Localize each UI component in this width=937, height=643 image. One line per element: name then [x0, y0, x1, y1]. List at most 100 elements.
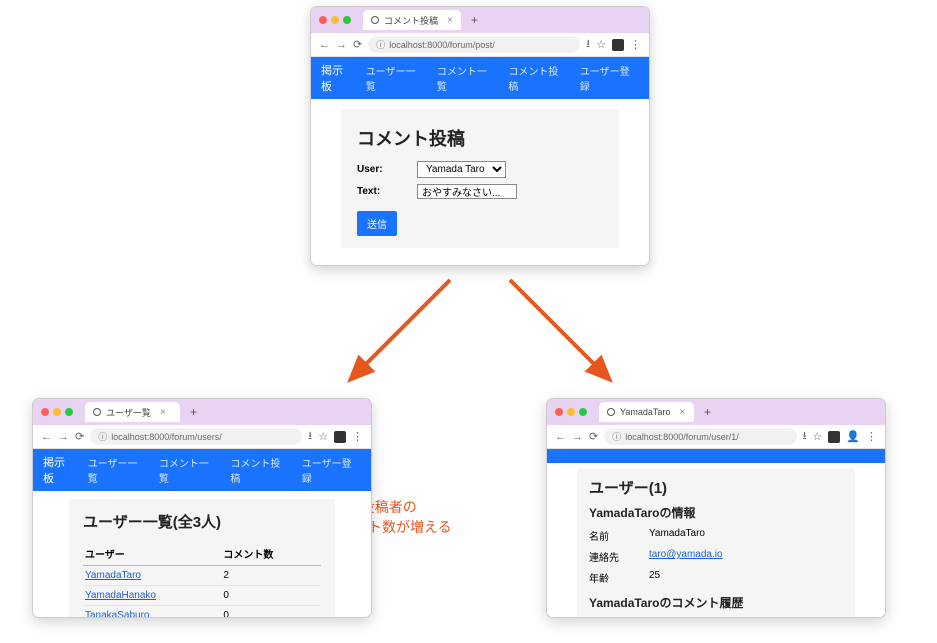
user-link[interactable]: YamadaHanako: [85, 590, 156, 601]
table-row: TanakaSaburo 0: [83, 606, 321, 618]
back-button[interactable]: ←: [319, 39, 330, 51]
forward-button[interactable]: →: [336, 39, 347, 51]
address-bar: ← → ⟳ ⓘ localhost:8000/forum/users/ ⭳ ☆ …: [33, 425, 371, 449]
nav-link-register[interactable]: ユーザー登録: [580, 63, 639, 93]
nav-link-users[interactable]: ユーザー一覧: [88, 455, 147, 485]
email-link[interactable]: taro@yamada.io: [649, 549, 723, 564]
menu-icon[interactable]: ⋮: [866, 430, 877, 443]
table-row: YamadaTaro 2: [83, 566, 321, 586]
submit-button[interactable]: 送信: [357, 211, 397, 236]
new-tab-button[interactable]: +: [704, 405, 711, 419]
app-navbar: [547, 449, 885, 463]
user-link[interactable]: TanakaSaburo: [85, 610, 150, 617]
info-icon: ⓘ: [98, 430, 107, 443]
users-table: ユーザー コメント数 YamadaTaro 2 YamadaHanako 0 T…: [83, 542, 321, 617]
menu-icon[interactable]: ⋮: [630, 38, 641, 51]
download-icon[interactable]: ⭳: [803, 427, 807, 446]
favicon-icon: [607, 408, 615, 416]
address-bar: ← → ⟳ ⓘ localhost:8000/forum/post/ ⭳ ☆ ⋮: [311, 33, 649, 57]
browser-tab[interactable]: コメント投稿 ×: [363, 10, 461, 30]
arrow-to-left: [330, 270, 470, 400]
nav-brand[interactable]: 掲示板: [321, 62, 354, 94]
window-controls[interactable]: [41, 408, 73, 416]
url-field[interactable]: ⓘ localhost:8000/forum/user/1/: [604, 428, 796, 445]
address-bar: ← → ⟳ ⓘ localhost:8000/forum/user/1/ ⭳ ☆…: [547, 425, 885, 449]
window-controls[interactable]: [555, 408, 587, 416]
url-field[interactable]: ⓘ localhost:8000/forum/post/: [368, 36, 580, 53]
page-title: コメント投稿: [357, 125, 603, 151]
star-icon[interactable]: ☆: [318, 430, 328, 443]
nav-brand[interactable]: 掲示板: [43, 454, 76, 486]
info-icon: ⓘ: [376, 38, 385, 51]
close-icon[interactable]: ×: [679, 407, 685, 418]
info-icon: ⓘ: [612, 430, 621, 443]
info-heading: YamadaTaroの情報: [589, 504, 843, 521]
browser-users: ユーザ一覧 × + ← → ⟳ ⓘ localhost:8000/forum/u…: [32, 398, 372, 618]
nav-link-comments[interactable]: コメント一覧: [437, 63, 496, 93]
text-label: Text:: [357, 186, 417, 197]
arrow-to-right: [490, 270, 630, 400]
new-tab-button[interactable]: +: [471, 13, 478, 27]
download-icon[interactable]: ⭳: [586, 35, 590, 54]
col-user: ユーザー: [83, 542, 221, 566]
info-key: 年齢: [589, 570, 649, 585]
window-controls[interactable]: [319, 16, 351, 24]
reload-button[interactable]: ⟳: [589, 430, 598, 443]
info-row: 年齢 25: [589, 567, 843, 588]
user-select[interactable]: Yamada Taro: [417, 161, 506, 178]
tab-bar: コメント投稿 × +: [311, 7, 649, 33]
user-link[interactable]: YamadaTaro: [85, 570, 141, 581]
text-input[interactable]: [417, 184, 517, 199]
back-button[interactable]: ←: [41, 431, 52, 443]
nav-link-post[interactable]: コメント投稿: [508, 63, 567, 93]
url-text: localhost:8000/forum/post/: [389, 40, 495, 50]
page-title: ユーザー一覧(全3人): [83, 511, 321, 532]
star-icon[interactable]: ☆: [812, 430, 822, 443]
info-value: YamadaTaro: [649, 528, 705, 543]
info-value: 25: [649, 570, 660, 585]
nav-link-post[interactable]: コメント投稿: [230, 455, 289, 485]
favicon-icon: [93, 408, 101, 416]
back-button[interactable]: ←: [555, 431, 566, 443]
tab-title: コメント投稿: [384, 14, 438, 27]
close-icon[interactable]: ×: [447, 15, 453, 26]
browser-tab[interactable]: ユーザ一覧 ×: [85, 402, 180, 422]
table-row: YamadaHanako 0: [83, 586, 321, 606]
user-label: User:: [357, 164, 417, 175]
tab-title: YamadaTaro: [620, 407, 670, 417]
profile-icon[interactable]: 👤: [846, 430, 860, 443]
extension-icon[interactable]: [828, 431, 840, 443]
forward-button[interactable]: →: [58, 431, 69, 443]
new-tab-button[interactable]: +: [190, 405, 197, 419]
tab-title: ユーザ一覧: [106, 406, 151, 419]
info-key: 名前: [589, 528, 649, 543]
browser-tab[interactable]: YamadaTaro ×: [599, 402, 694, 422]
close-icon[interactable]: ×: [160, 407, 166, 418]
nav-link-comments[interactable]: コメント一覧: [159, 455, 218, 485]
count-cell: 0: [221, 586, 321, 606]
app-navbar: 掲示板 ユーザー一覧 コメント一覧 コメント投稿 ユーザー登録: [33, 449, 371, 491]
extension-icon[interactable]: [612, 39, 624, 51]
nav-link-users[interactable]: ユーザー一覧: [366, 63, 425, 93]
url-text: localhost:8000/forum/user/1/: [625, 432, 739, 442]
nav-link-register[interactable]: ユーザー登録: [302, 455, 361, 485]
tab-bar: ユーザ一覧 × +: [33, 399, 371, 425]
info-key: 連絡先: [589, 549, 649, 564]
favicon-icon: [371, 16, 379, 24]
app-navbar: 掲示板 ユーザー一覧 コメント一覧 コメント投稿 ユーザー登録: [311, 57, 649, 99]
url-text: localhost:8000/forum/users/: [111, 432, 222, 442]
count-cell: 0: [221, 606, 321, 618]
count-cell: 2: [221, 566, 321, 586]
info-row: 名前 YamadaTaro: [589, 525, 843, 546]
star-icon[interactable]: ☆: [596, 38, 606, 51]
browser-user-detail: YamadaTaro × + ← → ⟳ ⓘ localhost:8000/fo…: [546, 398, 886, 618]
extension-icon[interactable]: [334, 431, 346, 443]
reload-button[interactable]: ⟳: [353, 38, 362, 51]
forward-button[interactable]: →: [572, 431, 583, 443]
menu-icon[interactable]: ⋮: [352, 430, 363, 443]
browser-post: コメント投稿 × + ← → ⟳ ⓘ localhost:8000/forum/…: [310, 6, 650, 266]
reload-button[interactable]: ⟳: [75, 430, 84, 443]
history-heading: YamadaTaroのコメント履歴: [589, 594, 843, 611]
download-icon[interactable]: ⭳: [308, 427, 312, 446]
url-field[interactable]: ⓘ localhost:8000/forum/users/: [90, 428, 302, 445]
